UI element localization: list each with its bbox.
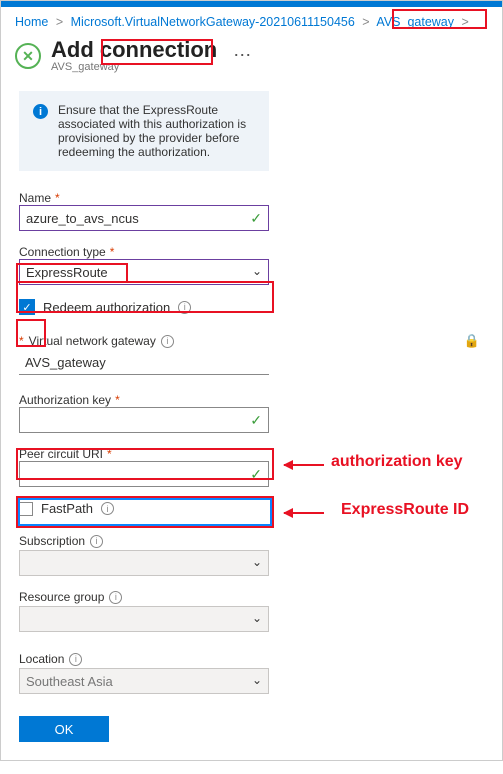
info-banner: i Ensure that the ExpressRoute associate… <box>19 91 269 171</box>
location-select[interactable]: Southeast Asia ⌄ <box>19 668 269 694</box>
auth-key-input[interactable]: ✓ <box>19 407 269 433</box>
chevron-down-icon: ⌄ <box>252 555 262 569</box>
info-icon[interactable]: i <box>161 335 174 348</box>
info-icon: i <box>33 104 48 119</box>
info-icon[interactable]: i <box>101 502 114 515</box>
check-icon: ✓ <box>250 466 262 483</box>
info-icon[interactable]: i <box>69 653 82 666</box>
page-title: Add connection <box>51 37 217 63</box>
vng-value: AVS_gateway <box>19 351 269 375</box>
connection-type-label: Connection type <box>19 245 106 259</box>
peer-uri-label: Peer circuit URI <box>19 447 103 461</box>
resource-group-select[interactable]: ⌄ <box>19 606 269 632</box>
breadcrumb-home[interactable]: Home <box>15 15 48 29</box>
ok-button[interactable]: OK <box>19 716 109 742</box>
more-icon[interactable]: ⋯ <box>233 45 251 66</box>
location-label: Location <box>19 652 64 666</box>
redeem-authorization-label: Redeem authorization <box>43 300 170 315</box>
name-label: Name <box>19 191 51 205</box>
peer-uri-input[interactable]: ✓ <box>19 461 269 487</box>
fastpath-checkbox[interactable] <box>19 502 33 516</box>
subscription-select[interactable]: ⌄ <box>19 550 269 576</box>
info-icon[interactable]: i <box>90 535 103 548</box>
breadcrumb-leaf[interactable]: AVS_gateway <box>376 15 454 29</box>
auth-key-label: Authorization key <box>19 393 111 407</box>
info-icon[interactable]: i <box>109 591 122 604</box>
connection-type-select[interactable]: ExpressRoute ⌄ <box>19 259 269 285</box>
chevron-down-icon: ⌄ <box>252 673 262 687</box>
name-input[interactable]: azure_to_avs_ncus ✓ <box>19 205 269 231</box>
breadcrumb-mid[interactable]: Microsoft.VirtualNetworkGateway-20210611… <box>71 15 355 29</box>
lock-icon: 🔒 <box>464 333 480 349</box>
redeem-authorization-checkbox[interactable]: ✓ <box>19 299 35 315</box>
close-icon[interactable]: ✕ <box>15 43 41 69</box>
chevron-down-icon: ⌄ <box>252 611 262 625</box>
check-icon: ✓ <box>250 412 262 429</box>
resource-group-label: Resource group <box>19 590 104 604</box>
vng-label: Virtual network gateway <box>29 334 156 348</box>
breadcrumb: Home > Microsoft.VirtualNetworkGateway-2… <box>1 7 502 33</box>
check-icon: ✓ <box>250 210 262 227</box>
info-icon[interactable]: i <box>178 301 191 314</box>
subscription-label: Subscription <box>19 534 85 548</box>
info-text: Ensure that the ExpressRoute associated … <box>58 103 255 159</box>
fastpath-label: FastPath <box>41 501 93 516</box>
chevron-down-icon: ⌄ <box>252 264 262 278</box>
